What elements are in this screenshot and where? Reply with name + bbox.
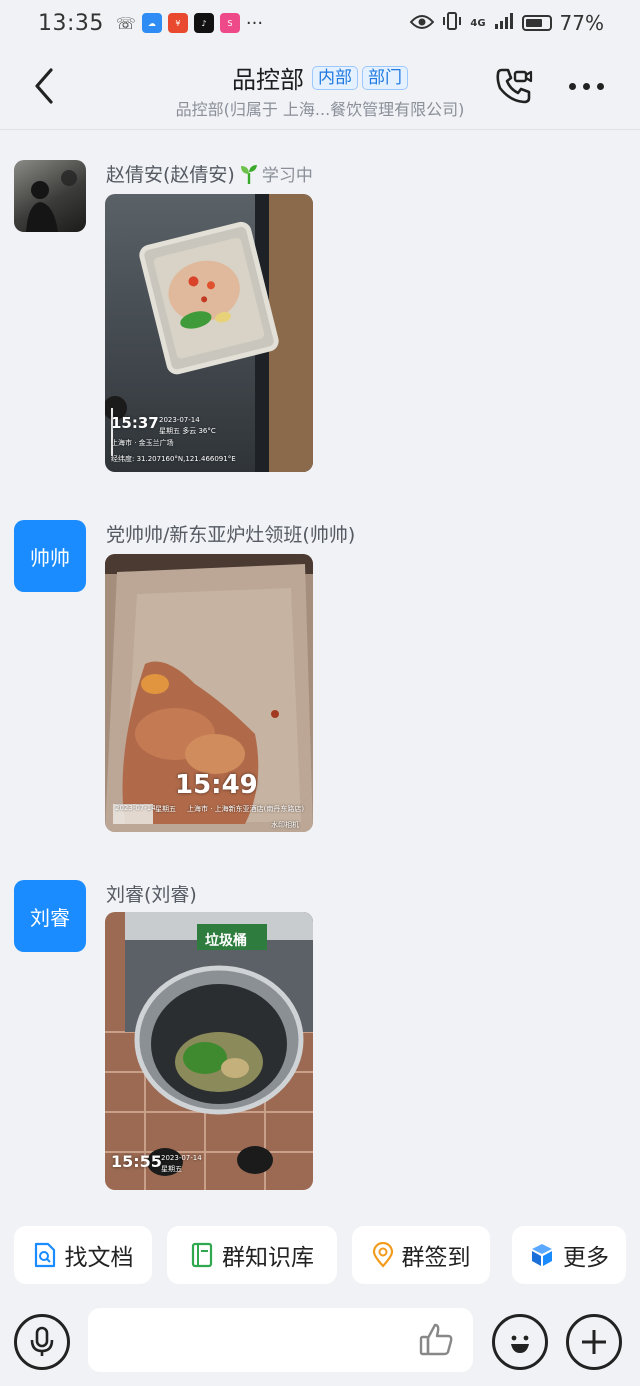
group-knowledge-button[interactable]: 群知识库: [167, 1226, 337, 1284]
photo-watermark-weekday: 星期五: [155, 805, 176, 813]
avatar[interactable]: 帅帅: [14, 520, 86, 592]
photo-watermark-time: 15:37: [111, 414, 159, 432]
location-pin-icon: [372, 1242, 393, 1268]
status-bar: 13:35 ☏ ☁ ¥ ♪ S ··· 4G 77%: [0, 0, 640, 46]
chat-header: 品控部 内部 部门 品控部(归属于 上海...餐饮管理有限公司): [0, 46, 640, 130]
plus-icon: [582, 1330, 606, 1354]
eye-icon: [410, 11, 435, 35]
photo-watermark-location: 上海市 · 上海新东亚酒店(南丹东路店): [187, 805, 305, 813]
quick-action-bar: 找文档 群知识库 群签到 更多: [0, 1226, 640, 1286]
photo-watermark-weekday: 星期五: [161, 1165, 182, 1173]
more-options-button[interactable]: [560, 68, 612, 104]
voice-button[interactable]: [14, 1314, 70, 1370]
avatar-text: 刘睿: [30, 905, 70, 930]
more-dot: [582, 82, 590, 90]
more-actions-button[interactable]: 更多: [512, 1226, 626, 1284]
thumbs-up-icon: [419, 1323, 453, 1356]
group-checkin-label: 群签到: [401, 1245, 471, 1271]
thumbs-up-button[interactable]: [414, 1318, 458, 1362]
trash-bin-photo: [105, 912, 313, 1190]
photo-watermark-brand: 水印相机: [271, 821, 299, 829]
smiley-icon: [511, 1335, 529, 1353]
sender-name-row: 赵倩安(赵倩安) 学习中: [106, 160, 313, 187]
emoji-button[interactable]: [492, 1314, 548, 1370]
group-checkin-button[interactable]: 群签到: [352, 1226, 490, 1284]
doc-search-icon: [34, 1242, 55, 1268]
video-call-button[interactable]: [492, 64, 536, 108]
group-knowledge-label: 群知识库: [222, 1245, 314, 1271]
vibrate-icon: [442, 11, 462, 35]
sender-name-row: 刘睿(刘睿): [106, 880, 197, 907]
photo-message[interactable]: 15:49 2023-07-14 星期五 上海市 · 上海新东亚酒店(南丹东路店…: [105, 554, 313, 832]
knowledge-book-icon: [191, 1242, 213, 1268]
phone-video-icon: [496, 68, 533, 104]
tiktok-app-icon: ♪: [193, 13, 214, 33]
signal-icon: [494, 11, 514, 35]
photo-watermark-time: 15:49: [175, 770, 258, 800]
sender-name[interactable]: 赵倩安(赵倩安): [106, 160, 235, 187]
network-type: 4G: [470, 17, 486, 29]
more-dots-icon: [568, 82, 576, 90]
tag-internal: 内部: [312, 65, 358, 90]
avatar[interactable]: 刘睿: [14, 880, 86, 952]
photo-watermark-location: 上海市 · 金玉兰广场: [111, 439, 174, 447]
learning-status-text: 学习中: [261, 166, 313, 186]
photo-watermark-date: 2023-07-14: [115, 804, 156, 812]
photo-message[interactable]: 垃圾桶 15:55 2023-07-14 星期五: [105, 912, 313, 1190]
avatar[interactable]: [14, 160, 86, 232]
photo-watermark-time: 15:55: [111, 1152, 162, 1171]
chat-subtitle: 品控部(归属于 上海...餐饮管理有限公司): [175, 100, 465, 119]
more-dot: [596, 82, 604, 90]
bank-app-icon: ¥: [167, 13, 188, 33]
chat-title[interactable]: 品控部: [232, 60, 304, 95]
learning-status: 学习中: [239, 161, 313, 186]
microphone-icon: [30, 1326, 54, 1356]
call-forward-icon: ☏: [115, 13, 136, 33]
sender-name[interactable]: 刘睿(刘睿): [106, 880, 197, 907]
add-attachment-button[interactable]: [566, 1314, 622, 1370]
battery-icon: [521, 15, 552, 31]
sprout-icon: [240, 164, 257, 184]
cloud-app-icon: ☁: [141, 13, 162, 33]
shop-app-icon: S: [219, 13, 240, 33]
sender-name-row: 党帅帅/新东亚炉灶领班(帅帅): [106, 520, 355, 547]
avatar-text: 帅帅: [30, 545, 70, 570]
tag-department: 部门: [362, 65, 408, 90]
photo-watermark-date: 2023-07-14: [159, 416, 200, 424]
person-silhouette-icon: [26, 170, 77, 232]
find-docs-button[interactable]: 找文档: [14, 1226, 152, 1284]
more-notifications-icon: ···: [245, 12, 264, 34]
more-actions-label: 更多: [563, 1245, 609, 1271]
photo-watermark-weather: 星期五 多云 36°C: [159, 427, 216, 435]
bin-sign-text: 垃圾桶: [205, 933, 247, 949]
photo-watermark-date: 2023-07-14: [161, 1154, 202, 1162]
battery-percent: 77%: [559, 11, 604, 35]
photo-watermark-coords: 经纬度: 31.207160°N,121.466091°E: [111, 455, 236, 463]
message-input-bar: [0, 1300, 640, 1386]
sender-name[interactable]: 党帅帅/新东亚炉灶领班(帅帅): [106, 520, 355, 547]
photo-message[interactable]: 15:37 2023-07-14 星期五 多云 36°C 上海市 · 金玉兰广场…: [105, 194, 313, 472]
status-time: 13:35: [38, 10, 104, 36]
find-docs-label: 找文档: [64, 1245, 134, 1271]
cubes-icon: [532, 1244, 552, 1266]
